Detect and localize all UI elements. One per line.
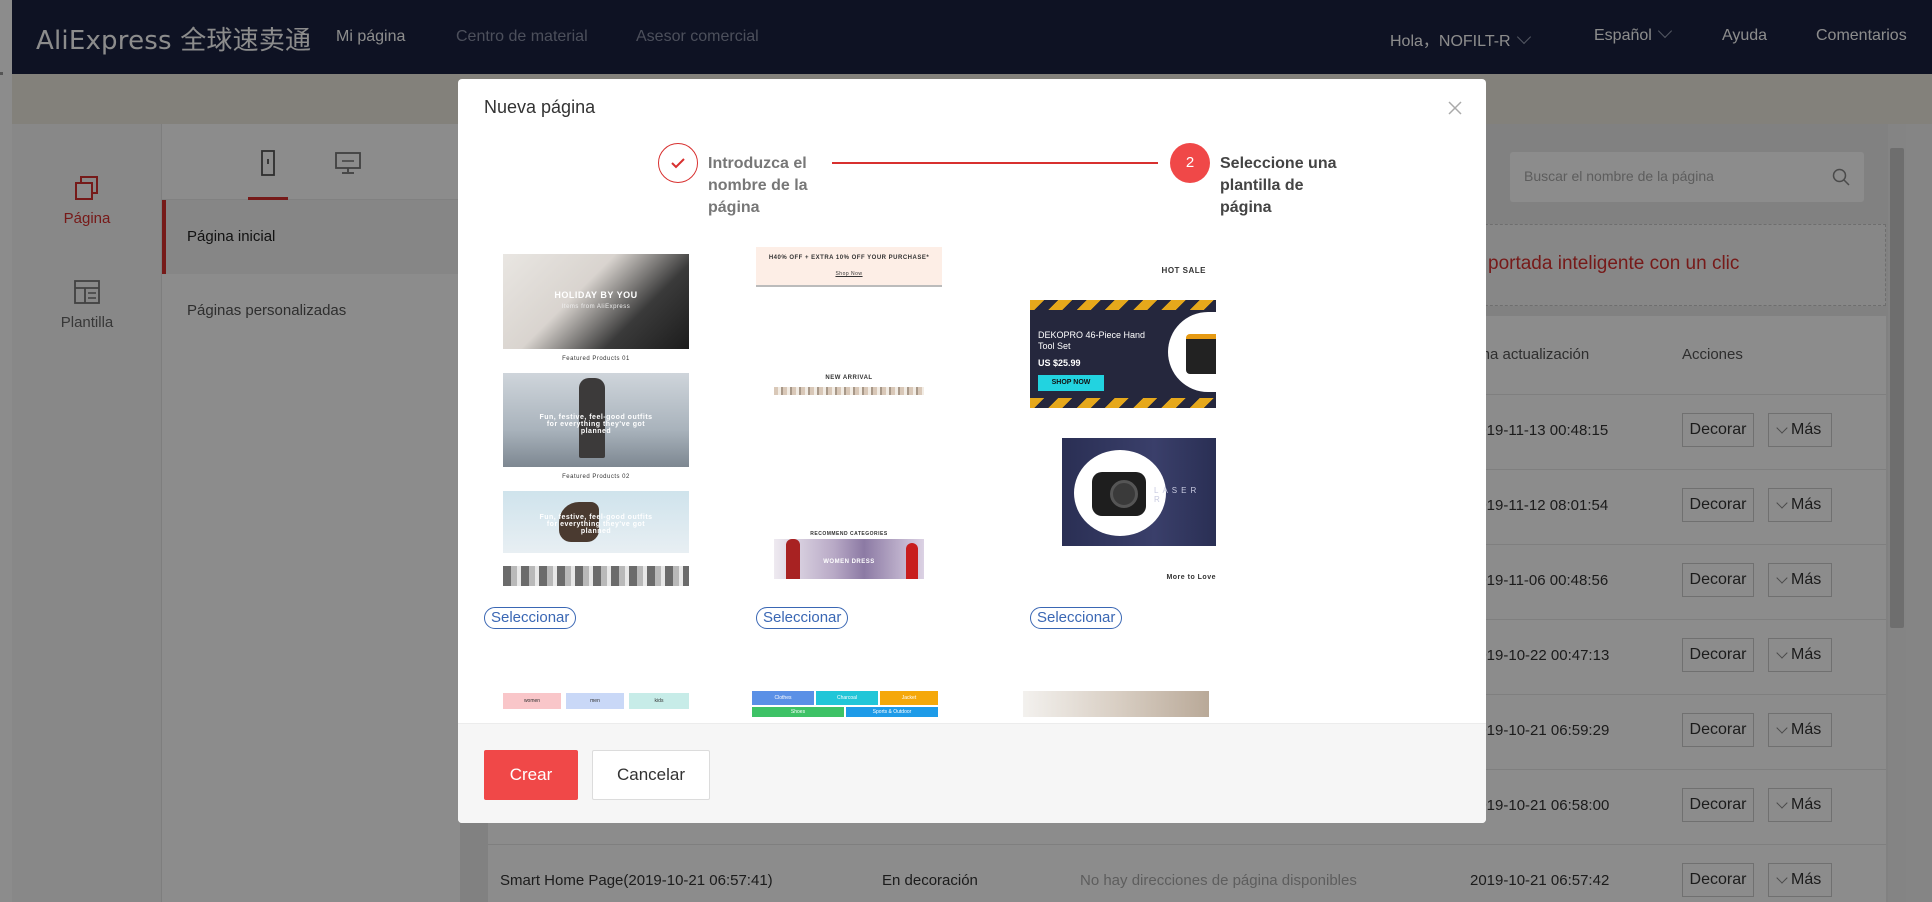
step-2-label: Seleccione una plantilla de página [1220,155,1337,216]
promo-link: Shop Now [835,271,863,277]
step-connector [832,162,1158,164]
category-tag: men [566,693,624,709]
hero-subtitle: Items from AliExpress [561,304,631,310]
product-title: DEKOPRO 46-Piece Hand Tool Set [1038,330,1146,351]
category-tile: Charcoal [816,691,878,705]
promo-text: H40% OFF + EXTRA 10% OFF YOUR PURCHASE* [768,255,930,261]
category-tag: kids [629,693,689,709]
section-label: More to Love [1166,574,1216,581]
image-caption: Fun, festive, feel-good outfits for ever… [539,514,653,535]
product-price: US $25.99 [1038,358,1081,368]
clothing-rack-image [503,566,689,586]
template-thumbnail-color-tiles[interactable]: Clothes Charcoal Jacket Shoes Sports & O… [752,687,938,717]
template-grid[interactable]: HOLIDAY BY YOU Items from AliExpress Fea… [458,239,1486,803]
hero-image [503,254,689,349]
dialog-title: Nueva página [484,97,596,117]
section-label: RECOMMEND CATEGORIES [810,531,888,537]
template-thumbnail-hot-sale[interactable]: HOT SALE DEKOPRO 46-Piece Hand Tool Set … [1030,254,1216,586]
arrival-image [774,387,924,395]
shop-now-button: SHOP NOW [1038,375,1104,391]
section-label: HOT SALE [1161,266,1206,275]
laser-label: LASER R [1154,486,1201,504]
category-tag: women [503,693,561,709]
select-template-button[interactable]: Seleccionar [1030,607,1123,629]
image-caption: Fun, festive, feel-good outfits for ever… [539,414,653,435]
cancel-button[interactable]: Cancelar [592,750,710,800]
promo-strip [756,247,942,285]
section-label: Featured Products 01 [562,356,630,362]
lens-image [1110,480,1138,508]
stripe-decoration [1030,398,1216,408]
step-1-indicator [658,143,698,183]
template-thumbnail-home[interactable] [1023,687,1209,717]
stripe-decoration [1030,300,1216,310]
category-tile: Sports & Outdoor [846,707,938,717]
close-icon[interactable] [1446,99,1464,117]
toolcase-image [1186,334,1216,374]
section-label: NEW ARRIVAL [825,375,873,381]
step-2-indicator: 2 [1170,143,1210,183]
select-template-button[interactable]: Seleccionar [484,607,577,629]
home-image [1023,691,1209,717]
check-icon [670,157,685,168]
template-thumbnail-holiday[interactable]: HOLIDAY BY YOU Items from AliExpress Fea… [503,254,689,586]
hero-title: HOLIDAY BY YOU [554,290,638,300]
dialog-footer: Crear Cancelar [458,723,1486,823]
category-label: WOMEN DRESS [823,559,875,565]
template-thumbnail-new-arrival[interactable]: H40% OFF + EXTRA 10% OFF YOUR PURCHASE* … [756,247,942,579]
category-tile: Clothes [752,691,814,705]
category-tile: Shoes [752,707,844,717]
new-page-dialog: Nueva página Introduzca el nombre de la … [458,79,1486,823]
category-tile: Jacket [880,691,938,705]
section-label: Featured Products 02 [562,474,630,480]
select-template-button[interactable]: Seleccionar [756,607,849,629]
create-button[interactable]: Crear [484,750,578,800]
divider-image [756,285,942,287]
step-1-label: Introduzca el nombre de la página [708,155,808,216]
stray-dot [0,72,3,75]
template-thumbnail-category-tabs[interactable]: women men kids [503,687,689,717]
